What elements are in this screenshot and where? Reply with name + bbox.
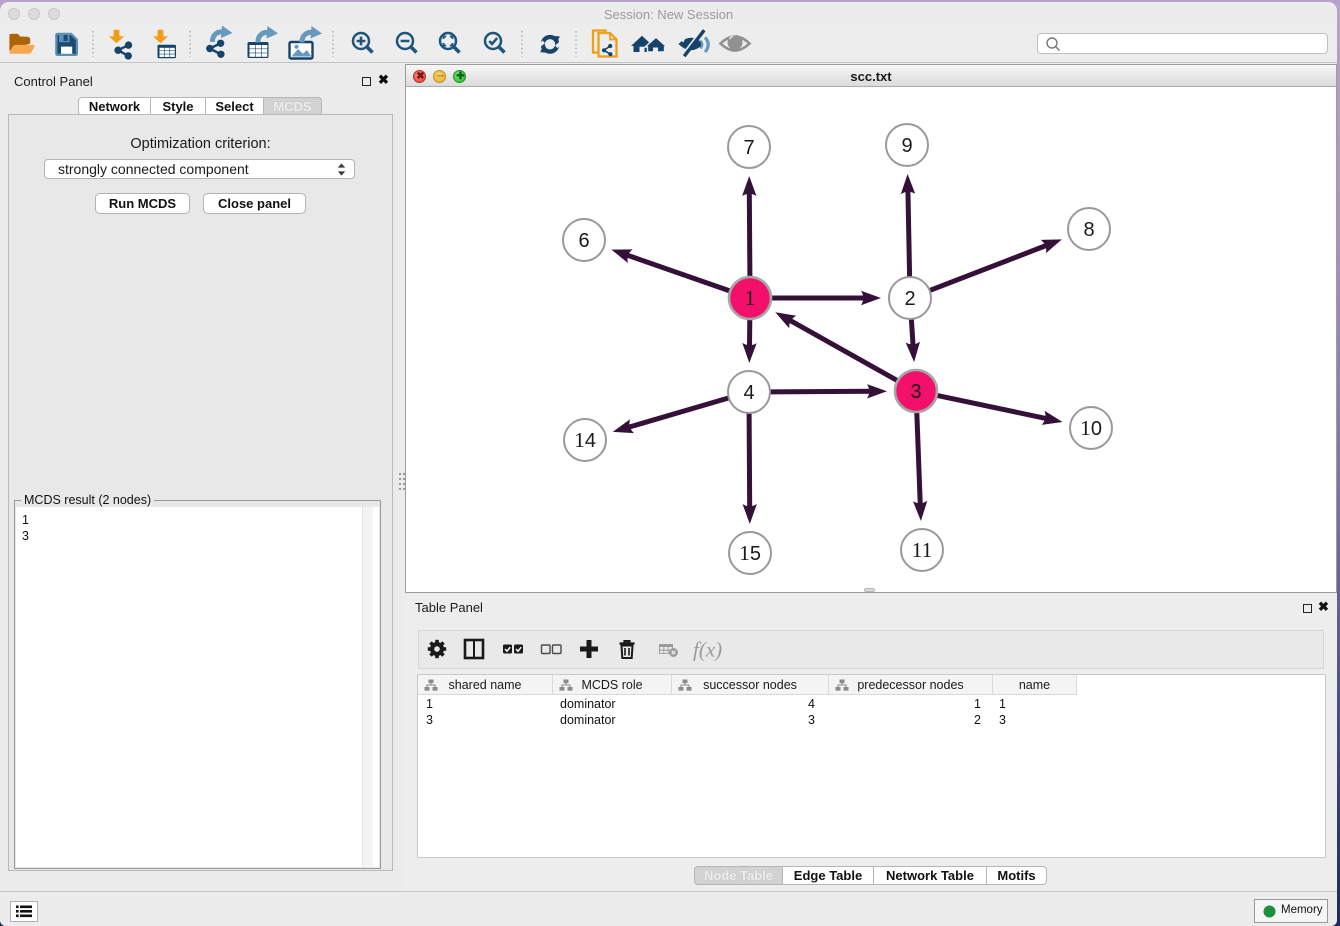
svg-text:1: 1 (745, 286, 756, 310)
svg-text:4: 4 (743, 382, 754, 404)
svg-text:8: 8 (1083, 219, 1094, 241)
svg-text:6: 6 (578, 230, 589, 252)
svg-text:15: 15 (739, 541, 761, 565)
svg-text:14: 14 (574, 428, 596, 452)
svg-text:10: 10 (1080, 416, 1102, 440)
svg-text:9: 9 (901, 135, 912, 157)
svg-text:f(x): f(x) (693, 638, 722, 662)
svg-text:11: 11 (912, 538, 933, 562)
svg-text:2: 2 (904, 288, 915, 310)
svg-text:7: 7 (743, 137, 754, 159)
svg-text:3: 3 (910, 381, 921, 403)
